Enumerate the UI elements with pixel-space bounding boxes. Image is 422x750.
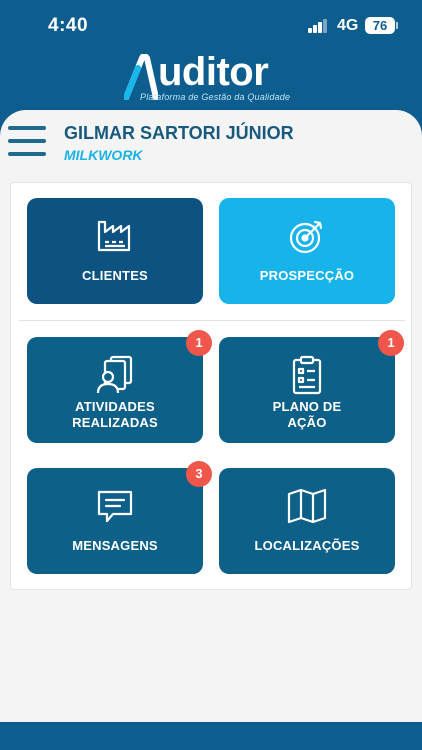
- brand-name: uditor: [158, 50, 269, 94]
- tile-label: CLIENTES: [82, 268, 148, 283]
- notification-badge: 1: [186, 330, 212, 356]
- tile-label: PLANO DE AÇÃO: [272, 399, 342, 430]
- brand-logo: uditor Plataforma de Gestão da Qualidade: [0, 48, 422, 108]
- menu-panel: CLIENTES PROSPECÇÃO ATIVIDADES REALIZADA…: [10, 182, 412, 590]
- divider: [19, 320, 405, 321]
- factory-icon: [97, 220, 131, 252]
- tile-prospeccao[interactable]: PROSPECÇÃO: [219, 198, 395, 304]
- tile-atividades-realizadas[interactable]: ATIVIDADES REALIZADAS: [27, 337, 203, 443]
- tile-label: MENSAGENS: [72, 538, 158, 553]
- signal-icon: [308, 19, 328, 33]
- tile-label: LOCALIZAÇÕES: [254, 538, 360, 553]
- tile-mensagens[interactable]: MENSAGENS: [27, 468, 203, 574]
- notification-badge: 3: [186, 461, 212, 487]
- network-label: 4G: [337, 17, 359, 34]
- tile-label: PROSPECÇÃO: [259, 268, 355, 283]
- menu-button[interactable]: [8, 126, 46, 156]
- tile-localizacoes[interactable]: LOCALIZAÇÕES: [219, 468, 395, 574]
- bottom-bar: [0, 722, 422, 750]
- target-icon: [289, 220, 323, 254]
- clipboard-checklist-icon: [292, 355, 322, 395]
- tile-plano-de-acao[interactable]: PLANO DE AÇÃO: [219, 337, 395, 443]
- company-name: MILKWORK: [64, 147, 143, 163]
- message-icon: [97, 490, 133, 523]
- status-time: 4:40: [48, 15, 89, 36]
- tile-label: ATIVIDADES REALIZADAS: [72, 399, 158, 430]
- battery-tip: [396, 22, 398, 29]
- map-icon: [287, 488, 327, 524]
- notification-badge: 1: [378, 330, 404, 356]
- tile-clientes[interactable]: CLIENTES: [27, 198, 203, 304]
- user-name: GILMAR SARTORI JÚNIOR: [64, 123, 294, 143]
- main-sheet: GILMAR SARTORI JÚNIOR MILKWORK CLIENTES …: [0, 110, 422, 722]
- brand-tagline: Plataforma de Gestão da Qualidade: [140, 92, 291, 102]
- status-bar: 4:40 4G 76: [0, 0, 422, 52]
- user-documents-icon: [96, 355, 133, 394]
- battery-icon: 76: [365, 17, 395, 34]
